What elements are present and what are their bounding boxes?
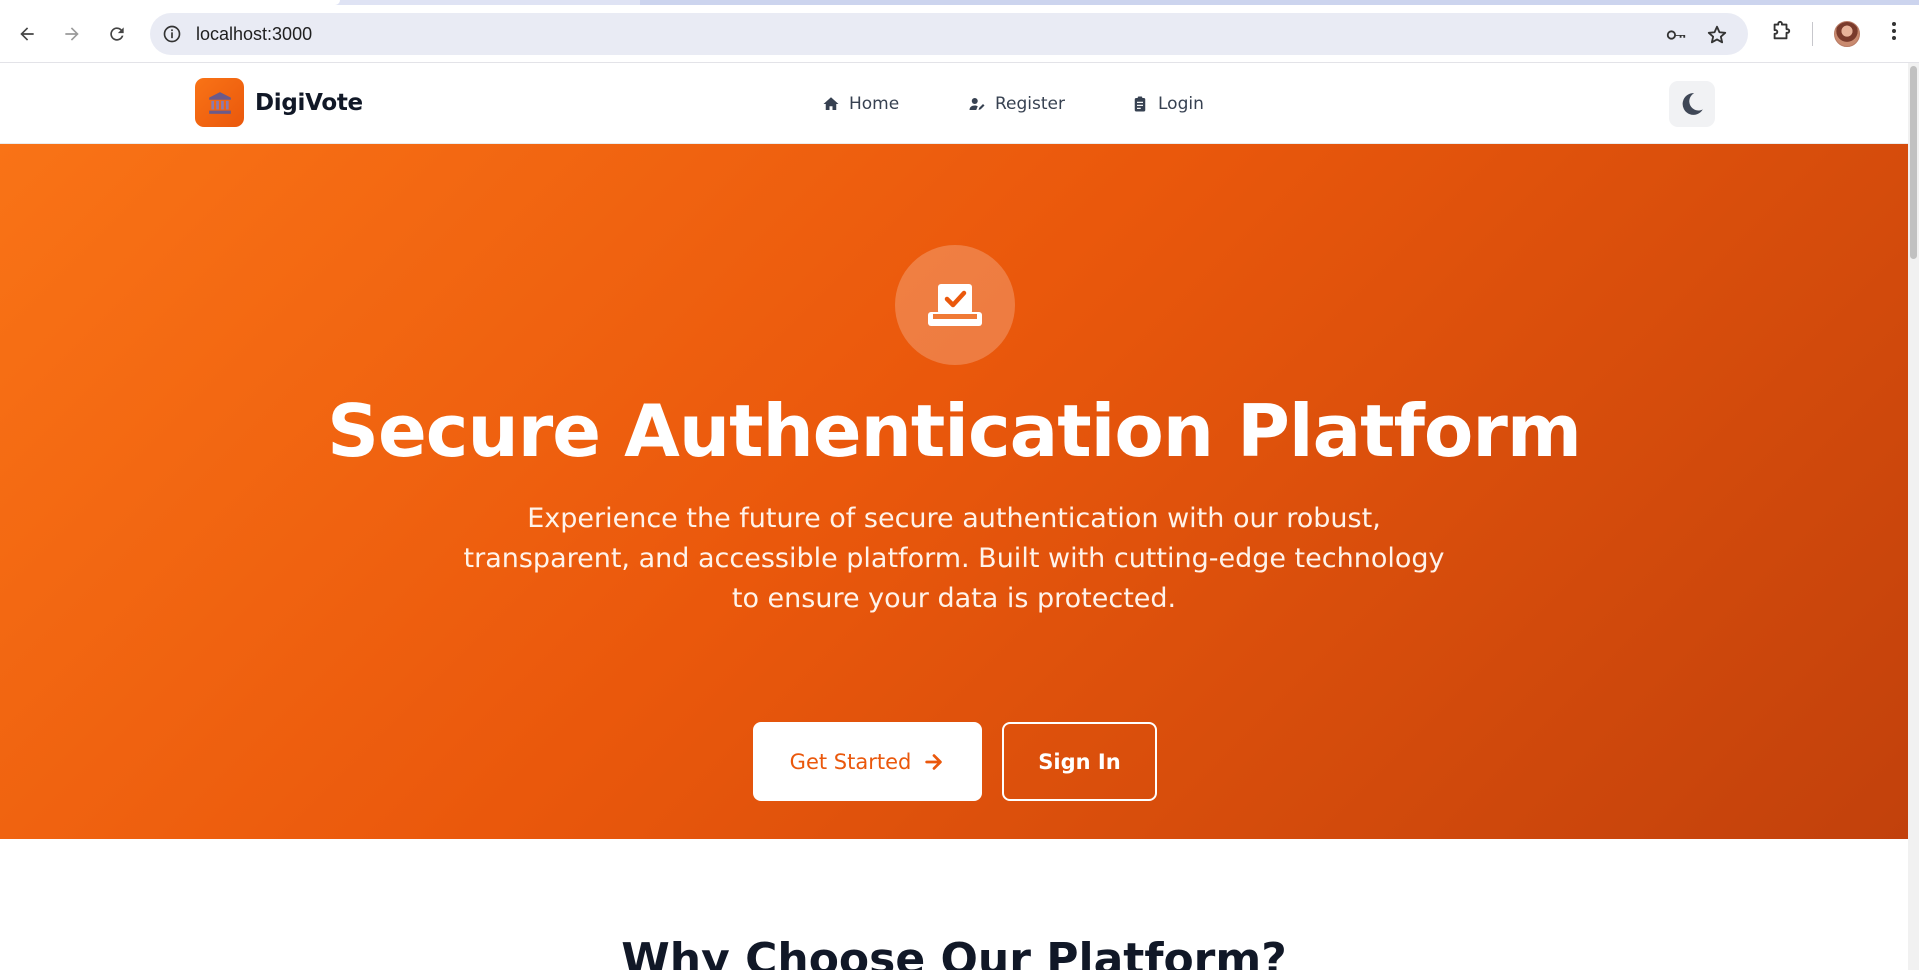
hero-subtitle: Experience the future of secure authenti… — [454, 499, 1454, 619]
nav-link-label: Register — [995, 94, 1065, 114]
key-icon[interactable] — [1665, 24, 1687, 46]
menu-kebab-icon — [1892, 22, 1896, 40]
nav-link-register[interactable]: Register — [968, 94, 1065, 114]
extensions-button[interactable] — [1767, 17, 1795, 45]
clipboard-icon — [1134, 96, 1146, 112]
forward-button[interactable] — [55, 17, 89, 51]
back-icon — [20, 27, 34, 41]
hero-subtitle-line: to ensure your data is protected. — [731, 583, 1177, 614]
hero-subtitle-line: Experience the future of secure authenti… — [527, 503, 1381, 534]
url-text[interactable]: localhost:3000 — [196, 24, 312, 45]
hero-section: Secure Authentication Platform Experienc… — [0, 144, 1908, 839]
sign-in-button[interactable]: Sign In — [1002, 722, 1157, 801]
features-title: Why Choose Our Platform? — [621, 934, 1287, 970]
hero-title: Secure Authentication Platform — [327, 389, 1582, 473]
get-started-label: Get Started — [789, 749, 912, 774]
nav-link-login[interactable]: Login — [1131, 94, 1204, 114]
arrow-right-icon — [925, 753, 943, 770]
hero-icon-badge — [895, 245, 1015, 365]
page-viewport: DigiVote Home Register Login Secure Auth… — [0, 63, 1908, 970]
scrollbar-thumb[interactable] — [1910, 66, 1917, 259]
vote-box-icon — [928, 284, 982, 326]
nav-link-home[interactable]: Home — [822, 94, 899, 114]
sign-in-label: Sign In — [1038, 749, 1121, 774]
brand-name[interactable]: DigiVote — [255, 90, 363, 116]
back-button[interactable] — [10, 17, 44, 51]
reload-button[interactable] — [100, 17, 134, 51]
info-icon[interactable] — [162, 24, 182, 44]
landmark-icon — [208, 91, 231, 114]
toolbar-divider — [1812, 22, 1813, 46]
address-bar[interactable]: localhost:3000 — [150, 13, 1748, 55]
reload-icon — [110, 27, 124, 41]
chrome-menu-button[interactable] — [1880, 17, 1908, 45]
browser-toolbar: localhost:3000 — [0, 0, 1919, 63]
star-icon[interactable] — [1706, 24, 1728, 46]
avatar[interactable] — [1834, 21, 1860, 47]
hero-subtitle-line: transparent, and accessible platform. Bu… — [463, 543, 1445, 574]
moon-icon — [1682, 93, 1703, 115]
tab-strip — [0, 0, 1919, 5]
theme-toggle-button[interactable] — [1669, 81, 1715, 127]
extensions-icon — [1773, 20, 1791, 40]
user-edit-icon — [969, 98, 985, 110]
site-navbar: DigiVote Home Register Login — [0, 63, 1908, 144]
brand-logo[interactable] — [195, 78, 244, 127]
nav-link-label: Home — [849, 94, 900, 114]
nav-link-label: Login — [1158, 94, 1204, 114]
home-icon — [823, 97, 839, 110]
get-started-button[interactable]: Get Started — [753, 722, 982, 801]
forward-icon — [65, 27, 79, 41]
